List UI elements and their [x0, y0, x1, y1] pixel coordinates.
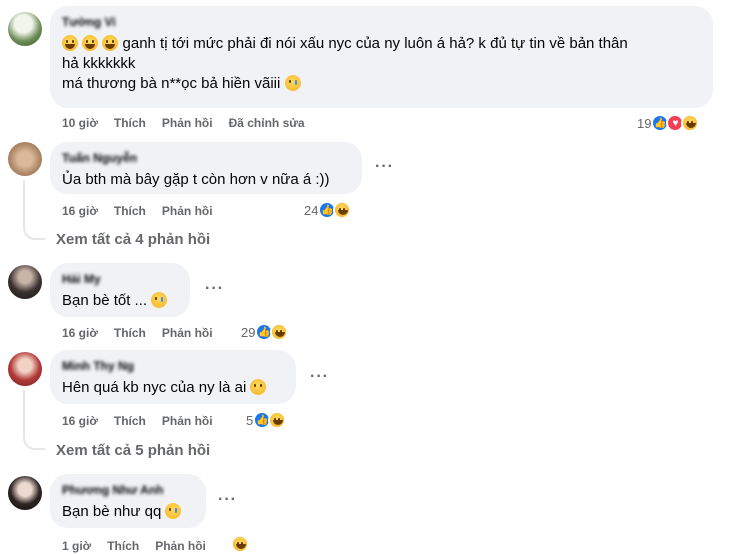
comment-bubble: Phương Như Anh Bạn bè như qq [50, 474, 206, 528]
view-all-replies-link[interactable]: Xem tất cả 4 phản hồi [56, 231, 210, 248]
rofl-emoji-icon [82, 35, 99, 51]
comment-actions: 16 giờ Thích Phản hồi [62, 203, 213, 219]
like-button[interactable]: Thích [114, 204, 146, 218]
like-button[interactable]: Thích [114, 116, 146, 130]
comment-time[interactable]: 16 giờ [62, 204, 98, 218]
like-button[interactable]: Thích [107, 539, 139, 553]
comment-bubble: Tường Vi ganh tị tới mức phải đi nói xấu… [50, 6, 713, 108]
more-options-button[interactable]: ··· [205, 281, 224, 297]
sad-emoji-icon [165, 503, 182, 519]
reaction-count: 29 [241, 324, 256, 340]
comment-text: Bạn bè như qq [62, 502, 194, 522]
sad-emoji-icon [284, 75, 301, 91]
rofl-emoji-icon [62, 35, 78, 51]
comment-text: Hên quá kb nyc của ny là ai [62, 378, 284, 398]
avatar[interactable] [8, 352, 42, 386]
rofl-emoji-icon [102, 35, 119, 51]
reaction-count: 24 [304, 202, 319, 218]
reaction-summary[interactable] [231, 534, 249, 554]
comment-text-part: má thương bà n**ọc bả hiền vãiii [62, 75, 281, 92]
reply-thread-line [23, 180, 45, 240]
comment-time[interactable]: 16 giờ [62, 414, 98, 428]
comment-text-line: ganh tị tới mức phải đi nói xấu nyc của … [122, 35, 628, 52]
comment-text-part: Bạn bè như qq [62, 503, 162, 520]
comment-text-line: hả kkkkkkk [62, 55, 136, 72]
haha-icon [268, 411, 287, 429]
comment-time[interactable]: 10 giờ [62, 116, 98, 130]
avatar[interactable] [8, 12, 42, 46]
comment-author[interactable]: Hải My [62, 271, 178, 287]
reply-button[interactable]: Phản hồi [162, 204, 213, 218]
view-all-replies-link[interactable]: Xem tất cả 5 phản hồi [56, 442, 210, 459]
comment-actions: 16 giờ Thích Phản hồi [62, 325, 213, 341]
haha-icon [681, 114, 700, 132]
reaction-count: 5 [246, 412, 254, 428]
comment-text: ganh tị tới mức phải đi nói xấu nyc của … [62, 34, 701, 54]
edited-label: Đã chỉnh sửa [228, 116, 305, 130]
avatar[interactable] [8, 476, 42, 510]
like-button[interactable]: Thích [114, 326, 146, 340]
comment-bubble: Minh Thy Ng Hên quá kb nyc của ny là ai [50, 350, 296, 404]
like-button[interactable]: Thích [114, 414, 146, 428]
reaction-summary[interactable]: 5 👍 [246, 410, 287, 430]
comment-text-part: Hên quá kb nyc của ny là ai [62, 379, 247, 396]
comment-text: Bạn bè tốt ... [62, 291, 178, 311]
haha-icon [231, 535, 249, 553]
reply-thread-line [23, 390, 45, 450]
reply-button[interactable]: Phản hồi [155, 539, 206, 553]
haha-icon [270, 323, 289, 341]
more-options-button[interactable]: ··· [218, 492, 237, 508]
comment-text-line: má thương bà n**ọc bả hiền vãiii [62, 74, 701, 94]
comment-actions: 16 giờ Thích Phản hồi [62, 413, 213, 429]
comment-bubble: Tuấn Nguyễn Ủa bth mà bây gặp t còn hơn … [50, 142, 362, 194]
smile-emoji-icon [250, 379, 267, 395]
comment-text: Ủa bth mà bây gặp t còn hơn v nữa á :)) [62, 171, 330, 188]
comment-text-part: Bạn bè tốt ... [62, 292, 148, 309]
reply-button[interactable]: Phản hồi [162, 414, 213, 428]
comment-time[interactable]: 16 giờ [62, 326, 98, 340]
reaction-count: 19 [637, 115, 652, 131]
comment-actions: 10 giờ Thích Phản hồi Đã chỉnh sửa [62, 115, 305, 131]
more-options-button[interactable]: ··· [310, 369, 329, 385]
comment-time[interactable]: 1 giờ [62, 539, 91, 553]
reaction-summary[interactable]: 24 👍 [304, 200, 352, 220]
avatar[interactable] [8, 265, 42, 299]
comment-author[interactable]: Phương Như Anh [62, 482, 194, 498]
reaction-summary[interactable]: 19 👍 ♥ [637, 113, 700, 133]
haha-icon [333, 201, 352, 219]
comment-author[interactable]: Tuấn Nguyễn [62, 150, 350, 166]
sad-emoji-icon [151, 292, 168, 308]
reaction-summary[interactable]: 29 👍 [241, 322, 289, 342]
comment-bubble: Hải My Bạn bè tốt ... [50, 263, 190, 317]
reply-button[interactable]: Phản hồi [162, 326, 213, 340]
more-options-button[interactable]: ··· [375, 159, 394, 175]
reply-button[interactable]: Phản hồi [162, 116, 213, 130]
comment-author[interactable]: Minh Thy Ng [62, 358, 284, 374]
comment-actions: 1 giờ Thích Phản hồi [62, 538, 206, 554]
avatar[interactable] [8, 142, 42, 176]
comment-author[interactable]: Tường Vi [62, 14, 701, 30]
